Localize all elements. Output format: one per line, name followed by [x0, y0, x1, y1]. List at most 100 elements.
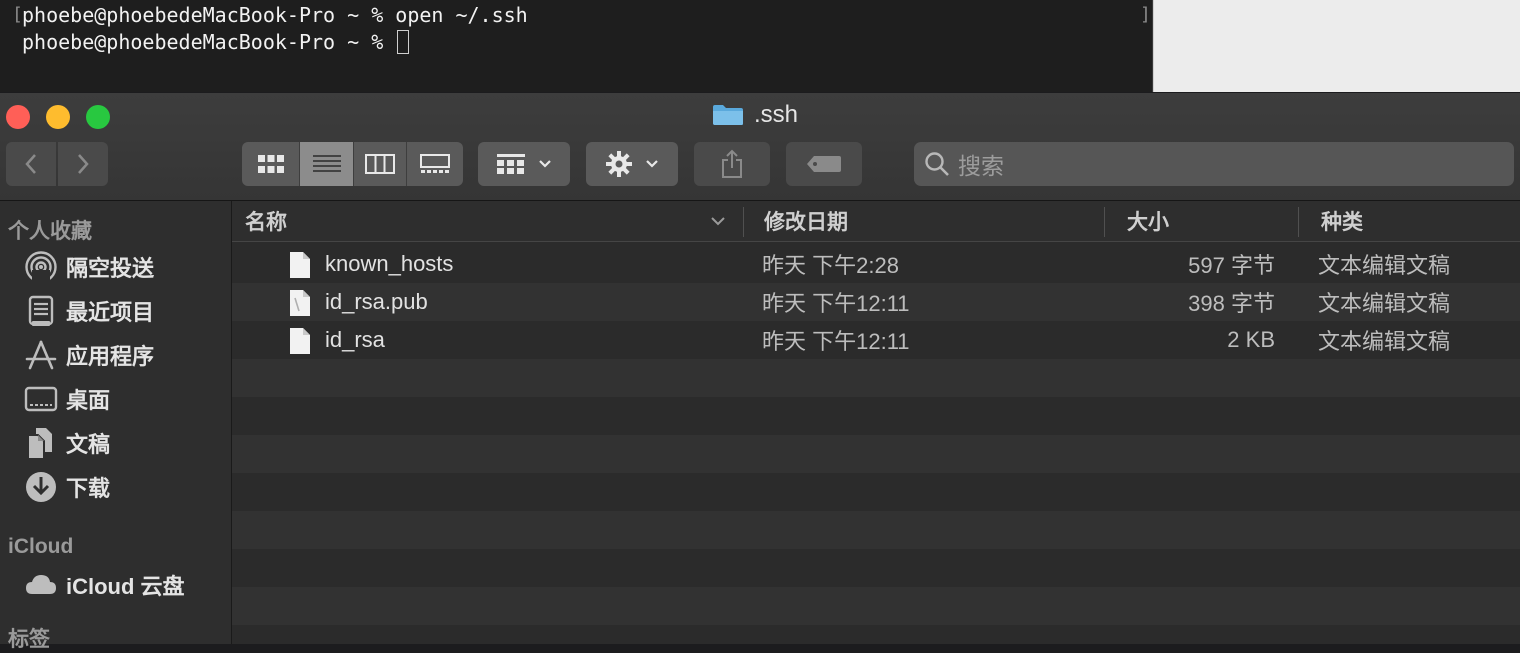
column-header-name-label: 名称 — [245, 211, 287, 234]
favorites-header: 个人收藏 — [8, 220, 92, 243]
sidebar-item-label: 隔空投送 — [66, 256, 155, 281]
terminal-line-2: phoebe@phoebedeMacBook-Pro ~ % — [22, 30, 410, 54]
view-mode-control — [242, 142, 463, 186]
airdrop-icon — [24, 250, 58, 284]
gallery-icon — [420, 154, 450, 173]
search-placeholder: 搜索 — [958, 153, 1004, 179]
columns-icon — [365, 154, 395, 174]
file-size: 2 KB — [1227, 327, 1275, 352]
group-button[interactable] — [478, 142, 570, 186]
list-view-button[interactable] — [300, 142, 354, 186]
text-file-icon — [290, 290, 310, 316]
sidebar-item-label: 应用程序 — [66, 344, 155, 369]
column-view-button[interactable] — [354, 142, 407, 186]
file-row[interactable]: id_rsa.pub 昨天 下午12:11 398 字节 文本编辑文稿 — [232, 283, 1520, 321]
tags-header: 标签 — [8, 628, 50, 651]
sidebar-item-airdrop[interactable]: 隔空投送 — [24, 249, 154, 285]
sidebar-item-desktop[interactable]: 桌面 — [24, 381, 110, 417]
file-name: id_rsa.pub — [325, 289, 428, 314]
minimize-button[interactable] — [46, 105, 70, 129]
column-header-name[interactable]: 名称 — [245, 201, 735, 241]
column-divider[interactable] — [1104, 207, 1105, 237]
maximize-button[interactable] — [86, 105, 110, 129]
gallery-view-button[interactable] — [407, 142, 463, 186]
chevron-right-icon — [78, 154, 89, 174]
window-title: .ssh — [712, 99, 798, 131]
applications-icon — [24, 338, 58, 372]
terminal-cursor — [397, 30, 410, 54]
column-divider[interactable] — [1298, 207, 1299, 237]
text-file-icon — [290, 252, 310, 278]
sidebar-item-label: 下载 — [66, 476, 111, 501]
sidebar-item-applications[interactable]: 应用程序 — [24, 337, 154, 373]
empty-row — [232, 359, 1520, 397]
file-modified: 昨天 下午2:28 — [762, 253, 899, 278]
folder-icon — [713, 105, 743, 125]
empty-row — [232, 473, 1520, 511]
empty-row — [232, 397, 1520, 435]
file-kind: 文本编辑文稿 — [1318, 329, 1451, 354]
share-button[interactable] — [694, 142, 770, 186]
file-name: known_hosts — [325, 251, 454, 276]
sidebar: 个人收藏 隔空投送 最近项目 应用程序 桌面 文稿 下载 iCloud iClo… — [0, 201, 232, 651]
sidebar-item-icloud-drive[interactable]: iCloud 云盘 — [24, 567, 185, 603]
sidebar-item-label: 最近项目 — [66, 300, 155, 325]
action-button[interactable] — [586, 142, 678, 186]
share-icon — [722, 149, 742, 178]
sidebar-item-documents[interactable]: 文稿 — [24, 425, 110, 461]
back-button[interactable] — [6, 142, 56, 186]
file-modified: 昨天 下午12:11 — [762, 329, 910, 354]
empty-row — [232, 625, 1520, 644]
finder-titlebar: .ssh 搜索 — [0, 93, 1520, 201]
tag-button[interactable] — [786, 142, 862, 186]
empty-row — [232, 435, 1520, 473]
column-header-size[interactable]: 大小 — [1127, 201, 1169, 241]
file-name: id_rsa — [325, 327, 385, 352]
sidebar-item-recents[interactable]: 最近项目 — [24, 293, 154, 329]
icon-view-button[interactable] — [242, 142, 300, 186]
file-row[interactable]: known_hosts 昨天 下午2:28 597 字节 文本编辑文稿 — [232, 245, 1520, 283]
desktop-icon — [24, 382, 58, 416]
tag-icon — [807, 156, 841, 172]
file-kind: 文本编辑文稿 — [1318, 291, 1451, 316]
chevron-left-icon — [25, 154, 36, 174]
empty-row — [232, 587, 1520, 625]
text-file-icon — [290, 328, 310, 354]
icon-grid-icon — [257, 155, 284, 173]
recents-icon — [24, 294, 58, 328]
downloads-icon — [24, 470, 58, 504]
chevron-down-icon — [646, 160, 658, 168]
sidebar-item-downloads[interactable]: 下载 — [24, 469, 110, 505]
column-divider[interactable] — [743, 207, 744, 237]
file-size: 597 字节 — [1188, 253, 1275, 278]
file-modified: 昨天 下午12:11 — [762, 291, 910, 316]
sidebar-item-label: 桌面 — [66, 388, 111, 413]
sort-chevron-icon — [711, 217, 725, 226]
list-header: 名称 修改日期 大小 种类 — [232, 201, 1520, 242]
column-header-kind[interactable]: 种类 — [1321, 201, 1363, 241]
sidebar-item-label: iCloud 云盘 — [66, 574, 185, 599]
finder-window: .ssh 搜索 个人收藏 隔空投送 最近项目 应用程序 桌面 文稿 下载 iCl… — [0, 93, 1520, 651]
empty-row — [232, 511, 1520, 549]
column-header-modified[interactable]: 修改日期 — [764, 201, 848, 241]
group-grid-icon — [497, 154, 525, 174]
background-window — [1153, 0, 1520, 92]
documents-icon — [24, 426, 58, 460]
forward-button[interactable] — [58, 142, 108, 186]
terminal-mark-right: ] — [1140, 4, 1151, 25]
list-lines-icon — [312, 155, 341, 172]
icloud-drive-icon — [24, 568, 58, 602]
empty-row — [232, 549, 1520, 587]
terminal-prompt: phoebe@phoebedeMacBook-Pro ~ % — [22, 30, 396, 54]
sidebar-item-label: 文稿 — [66, 432, 111, 457]
search-field[interactable]: 搜索 — [914, 142, 1514, 186]
file-row[interactable]: id_rsa 昨天 下午12:11 2 KB 文本编辑文稿 — [232, 321, 1520, 359]
icloud-header: iCloud — [8, 535, 74, 558]
window-title-text: .ssh — [754, 101, 799, 128]
close-button[interactable] — [6, 105, 30, 129]
terminal-line-1: phoebe@phoebedeMacBook-Pro ~ % open ~/.s… — [22, 3, 528, 27]
terminal-window[interactable]: [ ] phoebe@phoebedeMacBook-Pro ~ % open … — [0, 0, 1153, 92]
file-list: 名称 修改日期 大小 种类 known_hosts 昨天 下午2:28 597 … — [232, 201, 1520, 644]
gear-icon — [606, 151, 632, 177]
file-kind: 文本编辑文稿 — [1318, 253, 1451, 278]
